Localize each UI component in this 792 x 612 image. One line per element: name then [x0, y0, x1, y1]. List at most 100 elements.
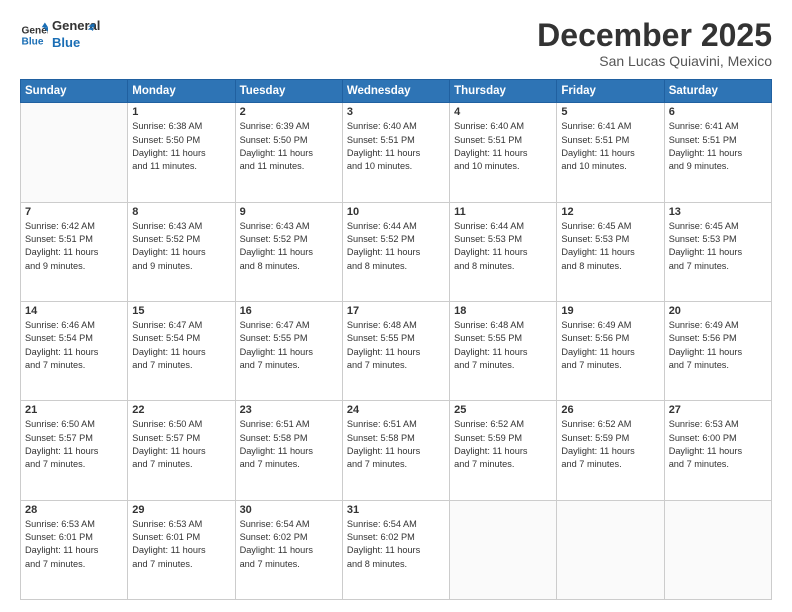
calendar-cell: 7 Sunrise: 6:42 AM Sunset: 5:51 PM Daylig…: [21, 202, 128, 301]
calendar-cell: 21Sunrise: 6:50 AM Sunset: 5:57 PM Dayli…: [21, 401, 128, 500]
weekday-header-tuesday: Tuesday: [235, 80, 342, 103]
calendar-cell: 11 Sunrise: 6:44 AM Sunset: 5:53 PM Dayli…: [450, 202, 557, 301]
logo-icon: General Blue: [20, 21, 48, 49]
location: San Lucas Quiavini, Mexico: [537, 53, 772, 69]
calendar-week-row: 7 Sunrise: 6:42 AM Sunset: 5:51 PM Daylig…: [21, 202, 772, 301]
calendar-cell: 4Sunrise: 6:40 AM Sunset: 5:51 PM Daylig…: [450, 103, 557, 202]
calendar-cell: 28Sunrise: 6:53 AM Sunset: 6:01 PM Dayli…: [21, 500, 128, 599]
day-number: 6: [669, 106, 767, 118]
day-info: Sunrise: 6:47 AM Sunset: 5:54 PM Dayligh…: [132, 319, 230, 372]
day-info: Sunrise: 6:52 AM Sunset: 5:59 PM Dayligh…: [454, 418, 552, 471]
calendar-cell: 3 Sunrise: 6:40 AM Sunset: 5:51 PM Daylig…: [342, 103, 449, 202]
day-info: Sunrise: 6:44 AM Sunset: 5:52 PM Dayligh…: [347, 220, 445, 273]
calendar-week-row: 21Sunrise: 6:50 AM Sunset: 5:57 PM Dayli…: [21, 401, 772, 500]
day-number: 10: [347, 206, 445, 218]
calendar-cell: 26Sunrise: 6:52 AM Sunset: 5:59 PM Dayli…: [557, 401, 664, 500]
calendar-cell: 10 Sunrise: 6:44 AM Sunset: 5:52 PM Dayli…: [342, 202, 449, 301]
weekday-header-monday: Monday: [128, 80, 235, 103]
day-info: Sunrise: 6:47 AM Sunset: 5:55 PM Dayligh…: [240, 319, 338, 372]
day-info: Sunrise: 6:40 AM Sunset: 5:51 PM Dayligh…: [347, 120, 445, 173]
calendar-cell: 20 Sunrise: 6:49 AM Sunset: 5:56 PM Dayli…: [664, 301, 771, 400]
calendar-cell: [450, 500, 557, 599]
calendar-cell: [664, 500, 771, 599]
calendar-cell: 24Sunrise: 6:51 AM Sunset: 5:58 PM Dayli…: [342, 401, 449, 500]
calendar-cell: [557, 500, 664, 599]
weekday-header-saturday: Saturday: [664, 80, 771, 103]
weekday-header-friday: Friday: [557, 80, 664, 103]
day-info: Sunrise: 6:40 AM Sunset: 5:51 PM Dayligh…: [454, 120, 552, 173]
calendar-cell: 12 Sunrise: 6:45 AM Sunset: 5:53 PM Dayli…: [557, 202, 664, 301]
day-number: 11: [454, 206, 552, 218]
calendar-cell: 17 Sunrise: 6:48 AM Sunset: 5:55 PM Dayli…: [342, 301, 449, 400]
day-info: Sunrise: 6:41 AM Sunset: 5:51 PM Dayligh…: [669, 120, 767, 173]
calendar-cell: 19 Sunrise: 6:49 AM Sunset: 5:56 PM Dayli…: [557, 301, 664, 400]
day-info: Sunrise: 6:46 AM Sunset: 5:54 PM Dayligh…: [25, 319, 123, 372]
day-info: Sunrise: 6:49 AM Sunset: 5:56 PM Dayligh…: [561, 319, 659, 372]
day-number: 17: [347, 305, 445, 317]
day-number: 24: [347, 404, 445, 416]
day-info: Sunrise: 6:48 AM Sunset: 5:55 PM Dayligh…: [454, 319, 552, 372]
day-info: Sunrise: 6:38 AM Sunset: 5:50 PM Dayligh…: [132, 120, 230, 173]
day-number: 3: [347, 106, 445, 118]
day-number: 20: [669, 305, 767, 317]
svg-text:Blue: Blue: [22, 36, 44, 47]
day-number: 5: [561, 106, 659, 118]
calendar-cell: 6 Sunrise: 6:41 AM Sunset: 5:51 PM Daylig…: [664, 103, 771, 202]
day-info: Sunrise: 6:39 AM Sunset: 5:50 PM Dayligh…: [240, 120, 338, 173]
calendar-cell: 31 Sunrise: 6:54 AM Sunset: 6:02 PM Dayli…: [342, 500, 449, 599]
logo-bird-icon: [74, 20, 96, 42]
day-number: 13: [669, 206, 767, 218]
calendar-cell: 16Sunrise: 6:47 AM Sunset: 5:55 PM Dayli…: [235, 301, 342, 400]
calendar-cell: 5 Sunrise: 6:41 AM Sunset: 5:51 PM Daylig…: [557, 103, 664, 202]
day-info: Sunrise: 6:50 AM Sunset: 5:57 PM Dayligh…: [25, 418, 123, 471]
calendar-week-row: 28Sunrise: 6:53 AM Sunset: 6:01 PM Dayli…: [21, 500, 772, 599]
day-number: 19: [561, 305, 659, 317]
day-info: Sunrise: 6:54 AM Sunset: 6:02 PM Dayligh…: [347, 518, 445, 571]
day-info: Sunrise: 6:48 AM Sunset: 5:55 PM Dayligh…: [347, 319, 445, 372]
day-number: 23: [240, 404, 338, 416]
day-info: Sunrise: 6:41 AM Sunset: 5:51 PM Dayligh…: [561, 120, 659, 173]
calendar-cell: 8 Sunrise: 6:43 AM Sunset: 5:52 PM Daylig…: [128, 202, 235, 301]
day-info: Sunrise: 6:51 AM Sunset: 5:58 PM Dayligh…: [240, 418, 338, 471]
calendar-cell: 29 Sunrise: 6:53 AM Sunset: 6:01 PM Dayli…: [128, 500, 235, 599]
day-info: Sunrise: 6:53 AM Sunset: 6:01 PM Dayligh…: [132, 518, 230, 571]
weekday-header-sunday: Sunday: [21, 80, 128, 103]
day-number: 8: [132, 206, 230, 218]
day-number: 27: [669, 404, 767, 416]
calendar-cell: 25 Sunrise: 6:52 AM Sunset: 5:59 PM Dayli…: [450, 401, 557, 500]
day-info: Sunrise: 6:42 AM Sunset: 5:51 PM Dayligh…: [25, 220, 123, 273]
weekday-header-thursday: Thursday: [450, 80, 557, 103]
day-number: 29: [132, 504, 230, 516]
calendar-cell: 1Sunrise: 6:38 AM Sunset: 5:50 PM Daylig…: [128, 103, 235, 202]
day-info: Sunrise: 6:49 AM Sunset: 5:56 PM Dayligh…: [669, 319, 767, 372]
day-info: Sunrise: 6:45 AM Sunset: 5:53 PM Dayligh…: [561, 220, 659, 273]
day-number: 25: [454, 404, 552, 416]
day-info: Sunrise: 6:44 AM Sunset: 5:53 PM Dayligh…: [454, 220, 552, 273]
day-info: Sunrise: 6:53 AM Sunset: 6:01 PM Dayligh…: [25, 518, 123, 571]
calendar-cell: 2 Sunrise: 6:39 AM Sunset: 5:50 PM Daylig…: [235, 103, 342, 202]
weekday-header-wednesday: Wednesday: [342, 80, 449, 103]
calendar-cell: 14 Sunrise: 6:46 AM Sunset: 5:54 PM Dayli…: [21, 301, 128, 400]
day-info: Sunrise: 6:43 AM Sunset: 5:52 PM Dayligh…: [240, 220, 338, 273]
day-info: Sunrise: 6:53 AM Sunset: 6:00 PM Dayligh…: [669, 418, 767, 471]
page: General Blue General Blue December 2025 …: [0, 0, 792, 612]
day-number: 9: [240, 206, 338, 218]
day-number: 30: [240, 504, 338, 516]
day-number: 7: [25, 206, 123, 218]
day-number: 31: [347, 504, 445, 516]
day-info: Sunrise: 6:43 AM Sunset: 5:52 PM Dayligh…: [132, 220, 230, 273]
calendar-week-row: 1Sunrise: 6:38 AM Sunset: 5:50 PM Daylig…: [21, 103, 772, 202]
calendar-cell: 13Sunrise: 6:45 AM Sunset: 5:53 PM Dayli…: [664, 202, 771, 301]
day-number: 14: [25, 305, 123, 317]
weekday-header-row: SundayMondayTuesdayWednesdayThursdayFrid…: [21, 80, 772, 103]
calendar-cell: 18Sunrise: 6:48 AM Sunset: 5:55 PM Dayli…: [450, 301, 557, 400]
calendar-cell: 15Sunrise: 6:47 AM Sunset: 5:54 PM Dayli…: [128, 301, 235, 400]
day-info: Sunrise: 6:50 AM Sunset: 5:57 PM Dayligh…: [132, 418, 230, 471]
month-title: December 2025: [537, 18, 772, 53]
day-number: 12: [561, 206, 659, 218]
day-number: 2: [240, 106, 338, 118]
calendar-cell: [21, 103, 128, 202]
calendar-cell: 9 Sunrise: 6:43 AM Sunset: 5:52 PM Daylig…: [235, 202, 342, 301]
calendar-table: SundayMondayTuesdayWednesdayThursdayFrid…: [20, 79, 772, 600]
title-block: December 2025 San Lucas Quiavini, Mexico: [537, 18, 772, 69]
